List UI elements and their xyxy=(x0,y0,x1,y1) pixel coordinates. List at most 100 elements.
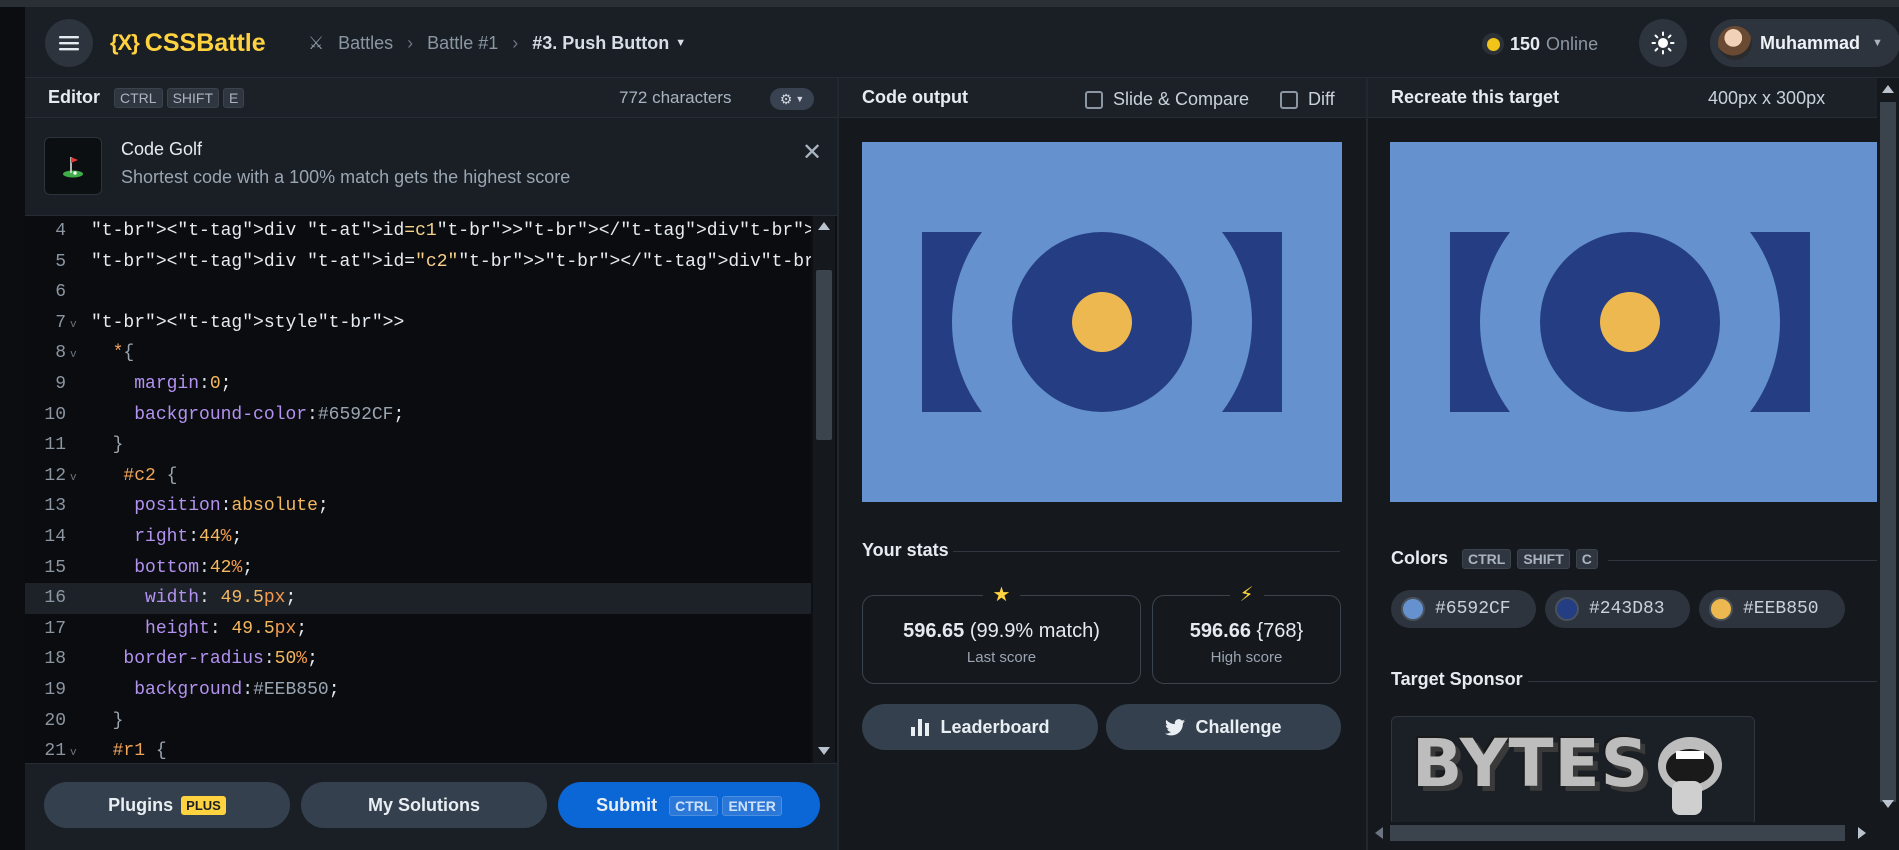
editor-scrollbar[interactable] xyxy=(813,216,835,763)
scroll-thumb[interactable] xyxy=(1880,102,1896,802)
color-hex: #6592CF xyxy=(1435,599,1511,619)
color-dot xyxy=(1709,597,1733,621)
line-number: 12 xyxy=(44,465,66,486)
code-line[interactable]: 19 background:#EEB850; xyxy=(25,675,811,706)
code-text: "t-br"><"t-tag">div "t-at">id=c1"t-br">>… xyxy=(91,221,811,241)
breadcrumb-battles[interactable]: Battles xyxy=(338,33,393,54)
line-number: 20 xyxy=(44,710,66,731)
code-line[interactable]: 11 } xyxy=(25,430,811,461)
fold-icon[interactable]: v xyxy=(70,310,77,341)
breadcrumb-current[interactable]: #3. Push Button ▼ xyxy=(532,33,686,54)
code-line[interactable]: 5 "t-br"><"t-tag">div "t-at">id="c2""t-br… xyxy=(25,247,811,278)
scroll-up-icon[interactable] xyxy=(1882,85,1894,93)
scroll-thumb[interactable] xyxy=(1390,825,1845,841)
diff-label: Diff xyxy=(1308,89,1335,109)
code-line[interactable]: 13 position:absolute; xyxy=(25,491,811,522)
code-line[interactable]: 20 } xyxy=(25,706,811,737)
bytes-logo: BYTES xyxy=(1412,725,1650,802)
sun-icon xyxy=(1651,31,1675,55)
code-line[interactable]: 17 height: 49.5px; xyxy=(25,614,811,645)
challenge-button[interactable]: Challenge xyxy=(1106,704,1341,750)
scroll-down-icon[interactable] xyxy=(818,747,830,755)
scroll-left-icon[interactable] xyxy=(1375,827,1383,839)
submit-button[interactable]: Submit CTRL ENTER xyxy=(558,782,820,828)
code-line[interactable]: 16 width: 49.5px; xyxy=(25,583,811,614)
editor-title: Editor xyxy=(48,87,100,107)
colors-label: Colors xyxy=(1391,548,1449,568)
golf-description: Shortest code with a 100% match gets the… xyxy=(121,167,571,187)
scroll-down-icon[interactable] xyxy=(1882,800,1894,808)
kbd-enter: ENTER xyxy=(722,795,782,816)
code-text: #c2 { xyxy=(123,465,178,486)
top-header: {X} CSSBattle ⚔ Battles › Battle #1 › #3… xyxy=(25,7,1899,78)
slide-compare-toggle[interactable]: Slide & Compare xyxy=(1085,89,1249,110)
output-title: Code output xyxy=(862,87,968,107)
color-swatch[interactable]: #6592CF xyxy=(1391,590,1536,628)
code-text: height: 49.5px; xyxy=(145,618,308,639)
kbd-c: C xyxy=(1575,548,1598,569)
code-line[interactable]: 6 xyxy=(25,277,811,308)
code-line[interactable]: 9 margin:0; xyxy=(25,369,811,400)
code-output-canvas[interactable] xyxy=(862,142,1342,502)
golf-flag-icon xyxy=(44,137,102,195)
scroll-right-icon[interactable] xyxy=(1858,827,1866,839)
line-number: 9 xyxy=(55,373,66,394)
code-line[interactable]: 15 bottom:42%; xyxy=(25,553,811,584)
target-title: Recreate this target xyxy=(1391,87,1560,107)
close-icon[interactable]: ✕ xyxy=(802,138,822,167)
high-score-line: 596.66 {768} xyxy=(1153,620,1340,643)
slide-compare-label: Slide & Compare xyxy=(1113,89,1250,109)
caret-down-icon: ▼ xyxy=(1872,37,1883,49)
line-number: 18 xyxy=(44,649,66,670)
checkbox[interactable] xyxy=(1085,90,1103,109)
target-canvas[interactable] xyxy=(1390,142,1877,502)
last-score-label: Last score xyxy=(966,649,1037,666)
color-swatch[interactable]: #243D83 xyxy=(1545,590,1690,628)
code-line[interactable]: 4 "t-br"><"t-tag">div "t-at">id=c1"t-br">… xyxy=(25,216,811,247)
cssbattle-logo[interactable]: {X} CSSBattle xyxy=(110,27,266,59)
color-swatch[interactable]: #EEB850 xyxy=(1699,590,1845,628)
menu-button[interactable] xyxy=(45,19,93,67)
line-number: 10 xyxy=(44,404,66,425)
kbd-e: E xyxy=(223,87,245,108)
line-number: 4 xyxy=(55,221,66,241)
kbd-ctrl: CTRL xyxy=(1462,548,1512,569)
code-line[interactable]: 21 v #r1 { xyxy=(25,736,811,763)
my-solutions-label: My Solutions xyxy=(368,794,480,815)
target-hscroll[interactable] xyxy=(1368,822,1877,844)
last-score-match: (99.9% match) xyxy=(969,620,1100,642)
fold-icon[interactable]: v xyxy=(70,738,77,763)
code-golf-banner: Code Golf Shortest code with a 100% matc… xyxy=(25,118,837,216)
fold-icon[interactable]: v xyxy=(70,340,77,371)
fold-icon[interactable]: v xyxy=(70,463,77,494)
scroll-thumb[interactable] xyxy=(816,270,832,440)
theme-toggle-button[interactable] xyxy=(1639,19,1687,67)
chevron-right-icon: › xyxy=(512,32,519,53)
output-art xyxy=(862,142,1342,502)
code-editor[interactable]: 4 "t-br"><"t-tag">div "t-at">id=c1"t-br">… xyxy=(25,216,811,763)
plugins-button[interactable]: Plugins PLUS xyxy=(44,782,290,828)
my-solutions-button[interactable]: My Solutions xyxy=(301,782,547,828)
target-vscroll[interactable] xyxy=(1877,78,1899,822)
line-number: 7 xyxy=(55,312,66,333)
code-line[interactable]: 8v *{ xyxy=(25,338,811,369)
code-text: } xyxy=(112,435,124,456)
target-dimensions: 400px x 300px xyxy=(1708,88,1826,108)
user-name: Muhammad xyxy=(1760,32,1861,53)
diff-toggle[interactable]: Diff xyxy=(1280,89,1335,110)
leaderboard-button[interactable]: Leaderboard xyxy=(862,704,1098,750)
last-score-card: ★ 596.65 (99.9% match) Last score xyxy=(862,582,1141,684)
breadcrumb-battle[interactable]: Battle #1 xyxy=(427,33,498,54)
sponsor-banner[interactable]: BYTES xyxy=(1391,716,1755,826)
editor-settings-button[interactable]: ⚙ ▼ xyxy=(770,88,814,110)
output-titlebar: Code output Slide & Compare Diff xyxy=(839,78,1366,118)
target-panel: Recreate this target 400px x 300px Color… xyxy=(1368,78,1899,850)
user-menu[interactable]: Muhammad ▼ xyxy=(1710,19,1899,67)
code-line[interactable]: 7 v "t-br"><"t-tag">style"t-br">> xyxy=(25,308,811,339)
checkbox[interactable] xyxy=(1280,90,1298,109)
scroll-up-icon[interactable] xyxy=(818,222,830,230)
code-line[interactable]: 14 right:44%; xyxy=(25,522,811,553)
code-line[interactable]: 12 v #c2 { xyxy=(25,461,811,492)
code-line[interactable]: 18 border-radius:50%; xyxy=(25,644,811,675)
code-line[interactable]: 10 background-color:#6592CF; xyxy=(25,400,811,431)
